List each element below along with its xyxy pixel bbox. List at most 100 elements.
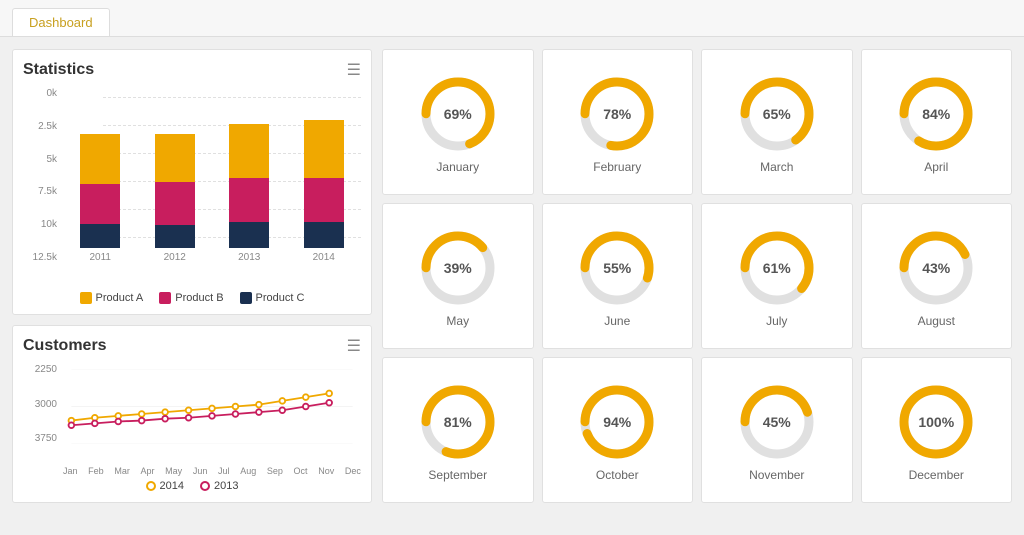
donut-wrapper-june: 55% <box>577 228 657 308</box>
donut-label-march: 65% <box>763 106 791 122</box>
donut-wrapper-october: 94% <box>577 382 657 462</box>
donut-label-january: 69% <box>444 106 472 122</box>
donut-label-november: 45% <box>763 414 791 430</box>
line-chart-legend: 2014 2013 <box>23 480 361 492</box>
left-panel: Statistics ☰ 12.5k 10k 7.5k 5k 2.5k 0k <box>12 49 372 503</box>
donut-label-april: 84% <box>922 106 950 122</box>
bar-group-2014: 2014 <box>299 120 349 263</box>
legend-label-2014: 2014 <box>160 480 184 492</box>
legend-product-a: Product A <box>80 292 144 304</box>
donut-month-april: April <box>924 160 948 174</box>
donut-month-september: September <box>428 468 487 482</box>
bar-b-2013 <box>229 178 269 222</box>
donut-card-october: 94% October <box>542 357 694 503</box>
bar-a-2013 <box>229 124 269 178</box>
donut-wrapper-march: 65% <box>737 74 817 154</box>
line-chart-area: 3750 3000 2250 <box>23 364 361 464</box>
donut-label-february: 78% <box>603 106 631 122</box>
donut-month-july: July <box>766 314 787 328</box>
legend-2014: 2014 <box>146 480 184 492</box>
donut-wrapper-april: 84% <box>896 74 976 154</box>
bar-group-2012: 2012 <box>150 134 200 263</box>
donut-card-june: 55% June <box>542 203 694 349</box>
donut-month-january: January <box>436 160 479 174</box>
donut-label-may: 39% <box>444 260 472 276</box>
donut-month-november: November <box>749 468 804 482</box>
bar-label-2013: 2013 <box>238 252 260 263</box>
donut-label-december: 100% <box>918 414 954 430</box>
bar-a-2012 <box>155 134 195 182</box>
line-chart-svg <box>63 369 361 444</box>
donut-label-august: 43% <box>922 260 950 276</box>
legend-circle-2013 <box>200 481 210 491</box>
donut-wrapper-may: 39% <box>418 228 498 308</box>
donut-card-april: 84% April <box>861 49 1013 195</box>
bar-b-2011 <box>80 184 120 224</box>
tab-dashboard[interactable]: Dashboard <box>12 8 110 36</box>
bar-label-2012: 2012 <box>164 252 186 263</box>
customers-header: Customers ☰ <box>23 336 361 356</box>
donut-label-october: 94% <box>603 414 631 430</box>
bar-label-2011: 2011 <box>89 252 111 263</box>
donut-month-december: December <box>909 468 964 482</box>
bar-c-2014 <box>304 222 344 248</box>
legend-dot-b <box>159 292 171 304</box>
donut-wrapper-september: 81% <box>418 382 498 462</box>
statistics-card: Statistics ☰ 12.5k 10k 7.5k 5k 2.5k 0k <box>12 49 372 315</box>
statistics-menu-icon[interactable]: ☰ <box>347 60 361 80</box>
donut-month-june: June <box>604 314 630 328</box>
donut-month-august: August <box>918 314 955 328</box>
line-y-axis: 3750 3000 2250 <box>23 364 61 444</box>
donut-card-december: 100% December <box>861 357 1013 503</box>
bar-a-2011 <box>80 134 120 184</box>
bar-c-2012 <box>155 225 195 248</box>
donut-wrapper-february: 78% <box>577 74 657 154</box>
legend-label-a: Product A <box>96 292 144 304</box>
bar-group-2013: 2013 <box>224 124 274 263</box>
bar-chart-legend: Product A Product B Product C <box>23 292 361 304</box>
donut-label-july: 61% <box>763 260 791 276</box>
bars-wrapper: 2011 2012 2013 <box>63 98 361 263</box>
legend-dot-c <box>240 292 252 304</box>
tab-bar: Dashboard <box>0 0 1024 37</box>
statistics-title: Statistics <box>23 61 94 79</box>
donut-card-august: 43% August <box>861 203 1013 349</box>
bar-c-2013 <box>229 222 269 248</box>
donut-month-october: October <box>596 468 639 482</box>
bar-b-2014 <box>304 178 344 222</box>
donut-label-june: 55% <box>603 260 631 276</box>
right-panel: 69% January 78% February 65% March <box>382 49 1012 503</box>
donut-month-february: February <box>593 160 641 174</box>
legend-product-c: Product C <box>240 292 305 304</box>
bars-container: 2011 2012 2013 <box>63 98 361 263</box>
bar-c-2011 <box>80 224 120 248</box>
donut-card-november: 45% November <box>701 357 853 503</box>
bar-group-2011: 2011 <box>75 134 125 263</box>
donut-month-may: May <box>446 314 469 328</box>
donut-card-february: 78% February <box>542 49 694 195</box>
legend-label-2013: 2013 <box>214 480 238 492</box>
donut-month-march: March <box>760 160 793 174</box>
legend-label-c: Product C <box>256 292 305 304</box>
donut-wrapper-november: 45% <box>737 382 817 462</box>
donut-card-september: 81% September <box>382 357 534 503</box>
legend-product-b: Product B <box>159 292 223 304</box>
customers-menu-icon[interactable]: ☰ <box>347 336 361 356</box>
bar-chart-area: 12.5k 10k 7.5k 5k 2.5k 0k <box>23 88 361 288</box>
donut-card-may: 39% May <box>382 203 534 349</box>
legend-dot-a <box>80 292 92 304</box>
donut-wrapper-august: 43% <box>896 228 976 308</box>
donut-wrapper-january: 69% <box>418 74 498 154</box>
donut-card-march: 65% March <box>701 49 853 195</box>
donut-wrapper-december: 100% <box>896 382 976 462</box>
legend-circle-2014 <box>146 481 156 491</box>
donut-card-july: 61% July <box>701 203 853 349</box>
donut-wrapper-july: 61% <box>737 228 817 308</box>
donut-label-september: 81% <box>444 414 472 430</box>
statistics-header: Statistics ☰ <box>23 60 361 80</box>
main-content: Statistics ☰ 12.5k 10k 7.5k 5k 2.5k 0k <box>0 37 1024 515</box>
bar-a-2014 <box>304 120 344 178</box>
bar-label-2014: 2014 <box>313 252 335 263</box>
customers-title: Customers <box>23 337 107 355</box>
y-axis: 12.5k 10k 7.5k 5k 2.5k 0k <box>23 88 61 263</box>
